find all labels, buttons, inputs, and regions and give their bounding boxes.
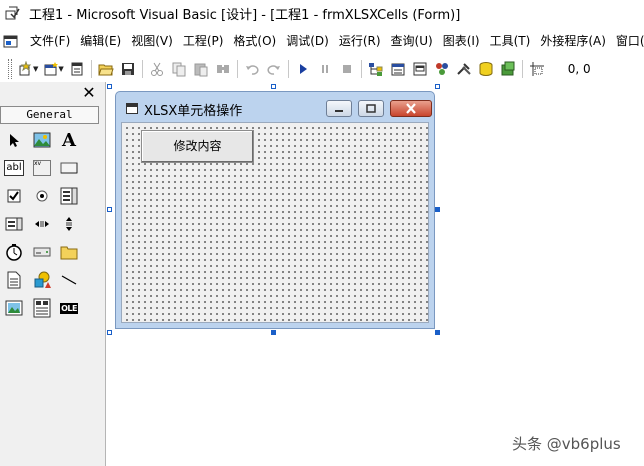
toolbar-separator: [141, 60, 143, 78]
form-client-area[interactable]: 修改内容: [121, 122, 429, 323]
menu-view[interactable]: 视图(V): [126, 30, 178, 52]
toolbar-grip[interactable]: [8, 59, 12, 79]
picturebox-tool-icon[interactable]: [30, 128, 54, 152]
toolbar-separator: [360, 60, 362, 78]
vscrollbar-tool-icon[interactable]: [57, 212, 81, 236]
close-button[interactable]: [390, 100, 432, 117]
data-tool-icon[interactable]: [30, 296, 54, 320]
menu-query[interactable]: 查询(U): [386, 30, 438, 52]
menu-editor-icon[interactable]: [66, 58, 88, 80]
position-readout: 0, 0: [567, 62, 591, 76]
run-icon[interactable]: [292, 58, 314, 80]
line-tool-icon[interactable]: [57, 268, 81, 292]
resize-handle-top-left: [107, 84, 112, 89]
menu-bar: 文件(F) 编辑(E) 视图(V) 工程(P) 格式(O) 调试(D) 运行(R…: [0, 30, 644, 52]
resize-handle-top-right: [435, 84, 440, 89]
form-layout-icon[interactable]: [409, 58, 431, 80]
object-browser-icon[interactable]: [431, 58, 453, 80]
menu-diagram[interactable]: 图表(I): [438, 30, 485, 52]
maximize-button[interactable]: [358, 100, 384, 117]
image-tool-icon[interactable]: [2, 296, 26, 320]
combobox-tool-icon[interactable]: [57, 184, 81, 208]
menu-debug[interactable]: 调试(D): [281, 30, 334, 52]
title-bar: 工程1 - Microsoft Visual Basic [设计] - [工程1…: [0, 0, 644, 26]
paste-icon[interactable]: [190, 58, 212, 80]
filelistbox-tool-icon[interactable]: [2, 268, 26, 292]
toolbox-icon[interactable]: [453, 58, 475, 80]
textbox-tool-icon[interactable]: abl: [2, 156, 26, 180]
maximize-icon: [366, 104, 376, 113]
close-icon: [406, 103, 416, 114]
window-title: 工程1 - Microsoft Visual Basic [设计] - [工程1…: [29, 7, 461, 23]
modify-content-button[interactable]: 修改内容: [141, 130, 254, 163]
resize-handle-bottom-right[interactable]: [435, 330, 440, 335]
drivelistbox-tool-icon[interactable]: [30, 240, 54, 264]
menu-run[interactable]: 运行(R): [334, 30, 386, 52]
toolbar-separator: [236, 60, 238, 78]
menu-project[interactable]: 工程(P): [178, 30, 229, 52]
menu-format[interactable]: 格式(O): [228, 30, 281, 52]
menu-tools[interactable]: 工具(T): [485, 30, 536, 52]
cut-icon[interactable]: [146, 58, 168, 80]
break-icon[interactable]: [314, 58, 336, 80]
toolbox-panel: ✕ General A abl xv OLE: [0, 82, 106, 466]
form-window[interactable]: XLSX单元格操作 修改内容: [115, 91, 435, 329]
find-icon[interactable]: [212, 58, 234, 80]
stop-icon[interactable]: [336, 58, 358, 80]
form-system-menu-icon[interactable]: [3, 33, 19, 49]
component-manager-icon[interactable]: [497, 58, 519, 80]
listbox-tool-icon[interactable]: [2, 212, 26, 236]
standard-toolbar: ▼ ▼ 0, 0: [0, 56, 644, 82]
optionbutton-tool-icon[interactable]: [30, 184, 54, 208]
add-project-icon[interactable]: [15, 58, 37, 80]
watermark-text: 头条 @vb6plus: [512, 435, 621, 453]
add-form-icon[interactable]: [40, 58, 62, 80]
menu-addins[interactable]: 外接程序(A): [535, 30, 611, 52]
copy-icon[interactable]: [168, 58, 190, 80]
textbox-tool-glyph: abl: [4, 160, 24, 176]
ole-tool-glyph: OLE: [60, 302, 78, 314]
form-caption: XLSX单元格操作: [144, 104, 243, 119]
form-icon: [126, 103, 138, 114]
toolbar-separator: [287, 60, 289, 78]
toolbar-separator: [521, 60, 523, 78]
menu-file[interactable]: 文件(F): [25, 30, 75, 52]
redo-icon[interactable]: [263, 58, 285, 80]
timer-tool-icon[interactable]: [2, 240, 26, 264]
data-view-icon[interactable]: [475, 58, 497, 80]
label-tool-icon[interactable]: A: [57, 128, 81, 152]
vb-app-icon[interactable]: [5, 5, 21, 21]
open-icon[interactable]: [95, 58, 117, 80]
pointer-tool-icon[interactable]: [2, 128, 26, 152]
checkbox-tool-icon[interactable]: [2, 184, 26, 208]
resize-handle-bottom-left: [107, 330, 112, 335]
frame-tool-glyph: xv: [33, 160, 51, 176]
ole-tool-icon[interactable]: OLE: [57, 296, 81, 320]
project-explorer-icon[interactable]: [365, 58, 387, 80]
minimize-icon: [335, 110, 343, 112]
hscrollbar-tool-icon[interactable]: [30, 212, 54, 236]
frame-tool-icon[interactable]: xv: [30, 156, 54, 180]
position-icon: [526, 58, 548, 80]
minimize-button[interactable]: [326, 100, 352, 117]
resize-handle-bottom[interactable]: [271, 330, 276, 335]
resize-handle-left: [107, 207, 112, 212]
toolbox-close-button[interactable]: ✕: [79, 84, 99, 102]
properties-icon[interactable]: [387, 58, 409, 80]
toolbar-separator: [90, 60, 92, 78]
menu-edit[interactable]: 编辑(E): [75, 30, 126, 52]
shape-tool-icon[interactable]: [30, 268, 54, 292]
resize-handle-top: [271, 84, 276, 89]
resize-handle-right[interactable]: [435, 207, 440, 212]
commandbutton-tool-icon[interactable]: [57, 156, 81, 180]
save-icon[interactable]: [117, 58, 139, 80]
toolbox-tab-general[interactable]: General: [0, 106, 99, 124]
undo-icon[interactable]: [241, 58, 263, 80]
menu-window[interactable]: 窗口(W): [611, 30, 644, 52]
dirlistbox-tool-icon[interactable]: [57, 240, 81, 264]
